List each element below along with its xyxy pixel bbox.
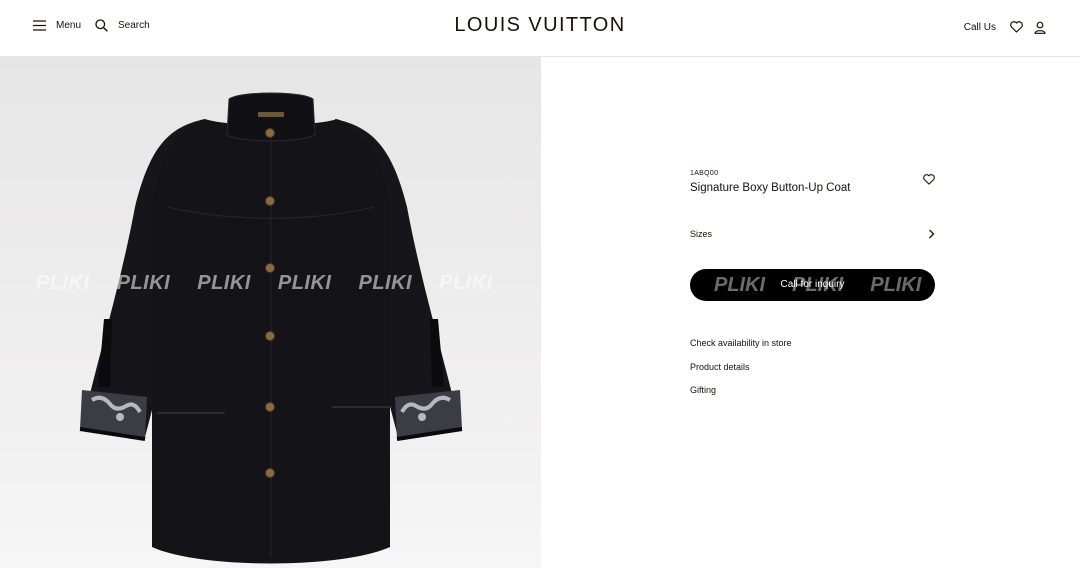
gifting-link[interactable]: Gifting bbox=[690, 385, 792, 409]
coat-image bbox=[79, 92, 463, 564]
check-availability-link[interactable]: Check availability in store bbox=[690, 338, 792, 362]
watermark-text: PLIKI bbox=[439, 272, 493, 294]
watermark-text: PLIKI bbox=[277, 272, 332, 294]
sizes-label: Sizes bbox=[690, 229, 713, 239]
call-us-link[interactable]: Call Us bbox=[964, 22, 996, 33]
watermark-text: PLIKI bbox=[358, 272, 413, 294]
product-title: Signature Boxy Button-Up Coat bbox=[690, 182, 851, 194]
call-for-inquiry-label: Call for inquiry bbox=[780, 279, 845, 290]
header-right: Call Us bbox=[964, 19, 1048, 35]
watermark-text: PLIKI bbox=[36, 272, 90, 294]
user-icon bbox=[1034, 21, 1046, 34]
account-button[interactable] bbox=[1032, 19, 1048, 35]
chevron-right-icon bbox=[929, 229, 935, 239]
brand-logo[interactable]: LOUIS VUITTON bbox=[0, 14, 1080, 37]
sizes-selector[interactable]: Sizes bbox=[690, 229, 935, 239]
wishlist-button[interactable] bbox=[1008, 19, 1024, 35]
call-for-inquiry-button[interactable]: PLIKI PLIKI PLIKI Call for inquiry bbox=[690, 269, 935, 301]
site-header: Menu Search LOUIS VUITTON Call Us bbox=[0, 0, 1080, 57]
heart-icon bbox=[1009, 21, 1023, 33]
add-to-wishlist-button[interactable] bbox=[923, 172, 935, 190]
product-info: 1ABQ00 Signature Boxy Button-Up Coat Siz… bbox=[690, 170, 935, 395]
watermark-text: PLIKI bbox=[116, 272, 171, 294]
product-details-link[interactable]: Product details bbox=[690, 362, 792, 386]
product-links: Check availability in store Product deta… bbox=[690, 338, 792, 409]
heart-icon bbox=[923, 174, 935, 185]
image-watermark: PLIKI PLIKI PLIKI PLIKI PLIKI PLIKI bbox=[36, 272, 520, 295]
product-image[interactable]: PLIKI PLIKI PLIKI PLIKI PLIKI PLIKI bbox=[0, 57, 541, 568]
watermark-text: PLIKI bbox=[197, 272, 251, 294]
product-sku: 1ABQ00 bbox=[690, 170, 719, 177]
